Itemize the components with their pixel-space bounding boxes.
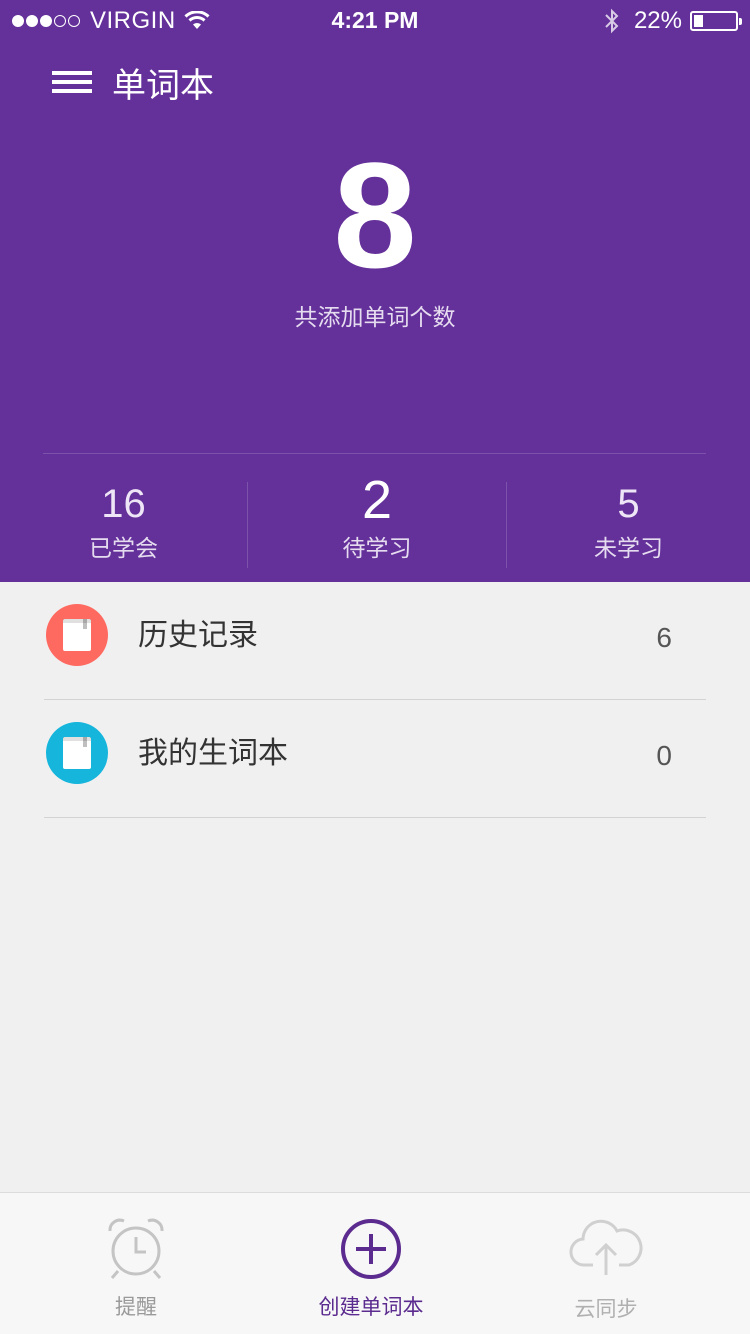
battery-percentage: 22% (633, 7, 682, 34)
tab-label: 提醒 (115, 1295, 157, 1319)
tab-reminder[interactable]: 提醒 (36, 1193, 236, 1334)
header-divider (43, 453, 706, 454)
total-word-count: 8 (333, 131, 417, 299)
status-right: 22% (604, 7, 742, 35)
stat-unlearned-value: 5 (617, 482, 640, 526)
header: VIRGIN 4:21 PM 22% 单词本 8 共添加单词个数 16 已学会 … (0, 0, 750, 582)
tab-label: 创建单词本 (318, 1295, 424, 1319)
stat-pending-value: 2 (361, 470, 393, 530)
list-item-count: 0 (656, 740, 672, 771)
list-item-my-wordbook[interactable]: 我的生词本 0 (44, 700, 706, 818)
nav-bar: 单词本 (52, 60, 214, 106)
tab-label: 云同步 (574, 1297, 638, 1321)
stat-pending[interactable]: 2 待学习 (248, 470, 506, 570)
tab-cloud-sync[interactable]: 云同步 (506, 1193, 706, 1334)
alarm-clock-icon (108, 1218, 164, 1279)
stat-learned[interactable]: 16 已学会 (0, 470, 247, 570)
tab-bar: 提醒 创建单词本 云同步 (0, 1192, 750, 1334)
battery-level (694, 15, 703, 27)
hamburger-menu-icon[interactable] (52, 65, 92, 99)
tab-create-wordbook[interactable]: 创建单词本 (271, 1193, 471, 1334)
cloud-upload-icon (569, 1219, 643, 1275)
stat-pending-label: 待学习 (342, 536, 412, 562)
stat-unlearned[interactable]: 5 未学习 (507, 470, 750, 570)
stat-unlearned-label: 未学习 (594, 536, 663, 562)
stat-learned-label: 已学会 (89, 536, 158, 562)
list-item-history[interactable]: 历史记录 6 (44, 582, 706, 700)
battery-icon (690, 11, 742, 31)
page-title: 单词本 (112, 65, 214, 106)
book-icon (46, 722, 108, 784)
bluetooth-icon (605, 8, 619, 34)
book-icon (46, 604, 108, 666)
list-item-label: 历史记录 (138, 618, 258, 653)
status-bar: VIRGIN 4:21 PM 22% (0, 0, 750, 42)
plus-circle-icon (341, 1219, 401, 1279)
total-word-count-label: 共添加单词个数 (294, 305, 456, 331)
list-item-label: 我的生词本 (138, 736, 288, 771)
wordbook-list: 历史记录 6 我的生词本 0 (0, 582, 750, 818)
stat-learned-value: 16 (101, 482, 146, 526)
list-item-count: 6 (656, 622, 672, 653)
stats-row: 16 已学会 2 待学习 5 未学习 (0, 470, 750, 582)
